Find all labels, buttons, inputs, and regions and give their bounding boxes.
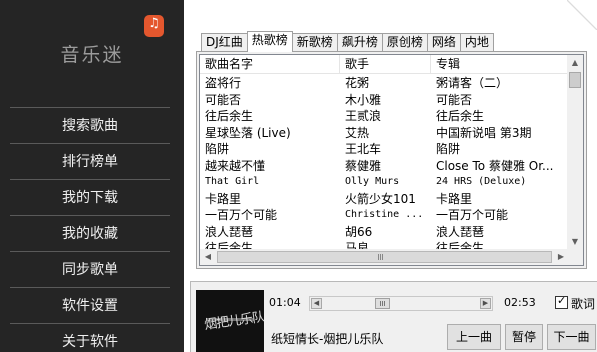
sidebar-item-search-songs[interactable]: 搜索歌曲 [10,107,170,143]
song-title-cell: 陷阱 [205,142,230,156]
sidebar-item-settings[interactable]: 软件设置 [10,287,170,323]
scroll-left-icon[interactable]: ◀ [200,249,216,265]
music-note-icon [144,15,164,37]
sidebar: 音乐迷 搜索歌曲 排行榜单 我的下载 我的收藏 同步歌单 软件设置 关于软件 [0,0,184,352]
next-track-button[interactable]: 下一曲 [547,324,596,350]
table-row[interactable]: That Girl Olly Murs 24 HRS (Deluxe) [200,174,572,191]
vertical-scroll-thumb[interactable] [569,72,581,88]
tab-original[interactable]: 原创榜 [381,33,428,52]
sidebar-item-about[interactable]: 关于软件 [10,323,170,352]
player-panel: 烟把儿乐队 01:04 ◀ ▶ 02:53 歌词 纸短情长-烟把儿乐队 上一曲 … [190,281,597,352]
album-cell: 卡路里 [436,191,473,206]
table-row[interactable]: 浪人琵琶 胡66 浪人琵琶 [200,224,572,241]
artist-cell: 艾热 [345,125,370,140]
sidebar-item-charts[interactable]: 排行榜单 [10,143,170,179]
tab-panel: 歌曲名字 歌手 专辑 盗将行 花粥 粥请客（二） 可能否 木小雅 可能否 往后余生 王贰浪 往后… [196,51,587,269]
table-row[interactable]: 盗将行 花粥 粥请客（二） [200,75,572,92]
song-title-cell: 星球坠落 (Live) [205,125,291,140]
seek-back-icon[interactable]: ◀ [311,298,322,309]
sidebar-item-sync-playlist[interactable]: 同步歌单 [10,251,170,287]
tab-network[interactable]: 网络 [426,33,461,52]
seek-forward-icon[interactable]: ▶ [480,298,491,309]
album-cell: 中国新说唱 第3期 [436,125,532,140]
artist-cell: Christine ... [345,209,424,220]
table-row[interactable]: 星球坠落 (Live) 艾热 中国新说唱 第3期 [200,125,572,142]
table-row[interactable]: 陷阱 王北车 陷阱 [200,141,572,158]
album-cell: 陷阱 [436,142,461,156]
seek-slider[interactable]: ◀ ▶ [309,296,493,311]
tab-rising[interactable]: 飙升榜 [336,33,383,52]
window-corner-decoration [567,0,597,30]
song-title-cell: 盗将行 [205,76,242,90]
horizontal-scrollbar[interactable]: ◀ ▶ [200,249,569,265]
artist-cell: 王北车 [345,142,382,156]
song-title-cell: That Girl [205,176,260,187]
seek-track[interactable] [324,298,478,309]
song-title-cell: 浪人琵琶 [205,224,254,239]
previous-track-button[interactable]: 上一曲 [447,324,501,350]
main-panel: DJ红曲 热歌榜 新歌榜 飙升榜 原创榜 网络 内地 歌曲名字 歌手 专辑 盗将… [184,0,597,352]
vertical-scrollbar[interactable]: ▲ ▼ [567,55,583,250]
artist-cell: 花粥 [345,76,370,90]
table-row[interactable]: 越来越不懂 蔡健雅 Close To 蔡健雅 Or... [200,158,572,175]
artist-cell: Olly Murs [345,176,400,187]
artist-cell: 木小雅 [345,92,382,107]
song-list[interactable]: 歌曲名字 歌手 专辑 盗将行 花粥 粥请客（二） 可能否 木小雅 可能否 往后余生 王贰浪 往后… [199,54,584,266]
sidebar-nav: 搜索歌曲 排行榜单 我的下载 我的收藏 同步歌单 软件设置 关于软件 [10,107,170,352]
app-title: 音乐迷 [60,44,124,66]
elapsed-time: 01:04 [269,296,301,309]
seek-thumb[interactable] [375,298,391,309]
horizontal-scroll-thumb[interactable] [217,251,552,263]
artist-cell: 胡66 [345,224,373,239]
song-title-cell: 可能否 [205,92,242,107]
column-header-song[interactable]: 歌曲名字 [200,55,340,74]
song-title-cell: 往后余生 [205,109,254,123]
tab-new[interactable]: 新歌榜 [291,33,338,52]
album-cell: 一百万个可能 [436,208,509,222]
album-cell: 往后余生 [436,109,485,123]
artist-cell: 火箭少女101 [345,191,416,206]
song-title-cell: 越来越不懂 [205,158,266,173]
chart-tabs: DJ红曲 热歌榜 新歌榜 飙升榜 原创榜 网络 内地 [201,31,494,52]
tab-hot[interactable]: 热歌榜 [246,31,293,52]
lyrics-checkbox[interactable] [555,294,568,309]
artist-cell: 蔡健雅 [345,158,382,173]
lyrics-label[interactable]: 歌词 [571,295,595,312]
album-cell: 可能否 [436,92,473,107]
column-header-artist[interactable]: 歌手 [340,55,431,74]
table-row[interactable]: 往后余生 王贰浪 往后余生 [200,108,572,125]
album-cover: 烟把儿乐队 [196,290,264,352]
album-cell: Close To 蔡健雅 Or... [436,158,554,173]
song-title-cell: 一百万个可能 [205,208,278,222]
table-row[interactable]: 可能否 木小雅 可能否 [200,92,572,109]
album-cell: 24 HRS (Deluxe) [436,176,527,187]
tab-mainland[interactable]: 内地 [459,33,494,52]
list-header: 歌曲名字 歌手 专辑 [200,55,572,74]
total-time: 02:53 [504,296,536,309]
scroll-up-icon[interactable]: ▲ [567,55,583,71]
tab-dj[interactable]: DJ红曲 [201,33,248,52]
now-playing-title: 纸短情长-烟把儿乐队 [271,332,384,346]
column-header-album[interactable]: 专辑 [431,55,572,74]
sidebar-item-favorites[interactable]: 我的收藏 [10,215,170,251]
table-row[interactable]: 一百万个可能 Christine ... 一百万个可能 [200,207,572,224]
song-title-cell: 卡路里 [205,191,242,206]
song-rows: 盗将行 花粥 粥请客（二） 可能否 木小雅 可能否往后余生 王贰浪 往后余生星球坠落 (Liv… [200,75,572,257]
cover-text: 烟把儿乐队 [203,309,264,334]
scrollbar-corner [567,249,583,265]
album-cell: 浪人琵琶 [436,224,485,239]
sidebar-item-downloads[interactable]: 我的下载 [10,179,170,215]
pause-button[interactable]: 暂停 [505,324,543,350]
artist-cell: 王贰浪 [345,109,382,123]
scroll-down-icon[interactable]: ▼ [567,234,583,250]
table-row[interactable]: 卡路里 火箭少女101 卡路里 [200,191,572,208]
album-cell: 粥请客（二） [436,76,509,90]
